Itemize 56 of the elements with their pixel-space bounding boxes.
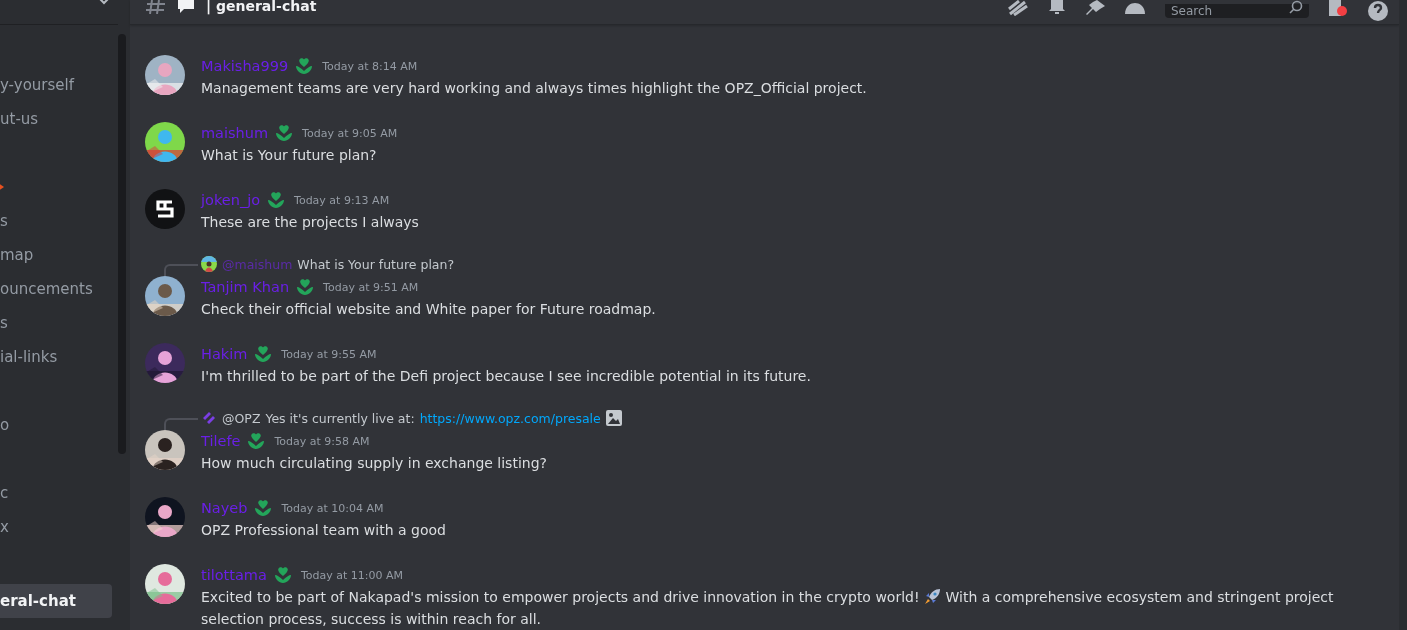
heart-badge-icon: [296, 278, 315, 296]
link[interactable]: https://www.opz.com/presale: [419, 410, 601, 426]
heart-badge-icon: [254, 499, 273, 517]
pin-icon[interactable]: [1085, 0, 1105, 16]
channel-item[interactable]: x: [0, 510, 118, 544]
heart-badge-icon: [273, 566, 292, 584]
hash-icon: [146, 0, 166, 14]
logo-icon: [145, 189, 185, 229]
heart-badge-icon: [267, 191, 286, 209]
search-icon[interactable]: [1289, 0, 1303, 14]
message-text: Check their official website and White paper for Future roadmap.: [201, 301, 656, 317]
message-text: OPZ Professional team with a good: [201, 522, 446, 538]
timestamp: Today at 8:14 AM: [322, 59, 418, 73]
channel-item[interactable]: y-yourself: [0, 68, 118, 102]
logo-icon: [201, 410, 217, 426]
channel-item[interactable]: eral-chat: [0, 584, 112, 618]
members-icon[interactable]: [1123, 0, 1147, 16]
timestamp: Today at 9:51 AM: [323, 280, 419, 294]
channel-item[interactable]: ut-us: [0, 102, 118, 136]
message-text: selection process, success is within reach for all.: [201, 611, 541, 627]
channel-item[interactable]: s: [0, 306, 118, 340]
thread-icon: [176, 0, 196, 14]
threads-icon[interactable]: [1007, 0, 1029, 16]
heart-badge-icon: [275, 124, 294, 142]
timestamp: Today at 9:05 AM: [302, 126, 398, 140]
channel-item[interactable]: c: [0, 476, 118, 510]
channel-item[interactable]: map: [0, 238, 118, 272]
heart-badge-icon: [295, 57, 314, 75]
channel-item[interactable]: ial-links: [0, 340, 118, 374]
help-icon[interactable]: [1367, 0, 1389, 22]
bell-icon[interactable]: [1047, 0, 1067, 16]
heart-badge-icon: [247, 432, 266, 450]
timestamp: Today at 9:13 AM: [294, 193, 390, 207]
message-text: Management teams are very hard working and always times highlight the OPZ_Official project.: [201, 80, 867, 96]
chevron-icon[interactable]: [98, 0, 110, 6]
message-text: With a comprehensive ecosystem and stringent project: [945, 589, 1334, 605]
message-text: How much circulating supply in exchange listing?: [201, 455, 547, 471]
timestamp: Today at 11:00 AM: [300, 568, 403, 582]
reply-text: What is Your future plan?: [297, 256, 455, 272]
timestamp: Today at 10:04 AM: [281, 501, 384, 515]
rocket-icon: [923, 587, 942, 605]
message-text: I'm thrilled to be part of the Defi project because I see incredible potential in its future.: [201, 368, 811, 384]
reply-mention[interactable]: @OPZ: [222, 410, 261, 426]
search-field[interactable]: Search: [1165, 4, 1309, 18]
reply-text: Yes it's currently live at:: [265, 410, 415, 426]
channel-item[interactable]: o: [0, 408, 118, 442]
message-text: These are the projects I always: [201, 214, 419, 230]
message-text: Excited to be part of Nakapad's mission to empower projects and drive innovation in the crypto world!: [201, 589, 920, 605]
channel-item[interactable]: s: [0, 204, 118, 238]
timestamp: Today at 9:55 AM: [281, 347, 377, 361]
timestamp: Today at 9:58 AM: [274, 434, 370, 448]
inbox-icon[interactable]: [1327, 0, 1349, 16]
channel-title: | general-chat: [206, 0, 317, 14]
heart-badge-icon: [254, 345, 273, 363]
channel-item[interactable]: ouncements: [0, 272, 118, 306]
message-text: What is Your future plan?: [201, 147, 377, 163]
